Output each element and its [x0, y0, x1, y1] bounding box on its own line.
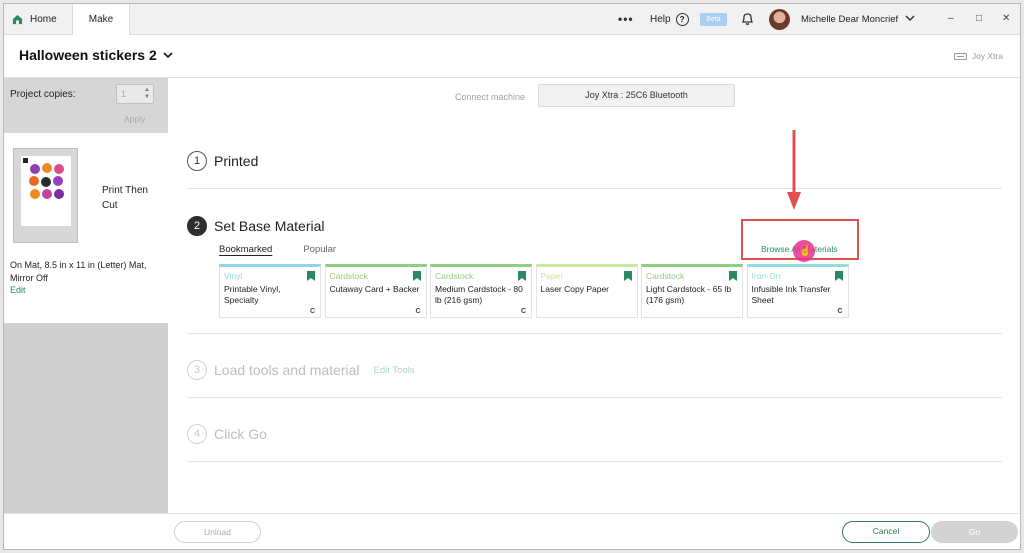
material-card[interactable]: Vinyl Printable Vinyl, Specialty C: [219, 264, 321, 318]
divider: [187, 188, 1002, 189]
step-number: 2: [187, 216, 207, 236]
cricut-badge-icon: C: [415, 308, 421, 315]
mat-info: On Mat, 8.5 in x 11 in (Letter) Mat, Mir…: [10, 260, 147, 283]
avatar[interactable]: [769, 9, 790, 30]
unload-button[interactable]: Unload: [174, 521, 261, 543]
machine-icon: [953, 52, 967, 60]
cricut-badge-icon: C: [309, 308, 315, 315]
copies-label: Project copies:: [10, 89, 76, 100]
material-category: Paper: [540, 271, 564, 281]
cancel-button[interactable]: Cancel: [842, 521, 930, 543]
tab-home[interactable]: Home: [12, 4, 72, 35]
step-load-tools[interactable]: 3 Load tools and material Edit Tools: [187, 360, 415, 380]
divider: [187, 333, 1002, 334]
material-tabs: Bookmarked Popular: [219, 244, 367, 255]
step-title: Load tools and material: [214, 362, 360, 378]
cricut-badge-icon: C: [520, 308, 526, 315]
machine-indicator[interactable]: Joy Xtra: [953, 51, 1003, 61]
bookmark-icon[interactable]: [412, 271, 421, 281]
material-name: Cutaway Card + Backer: [329, 284, 420, 294]
mat-card[interactable]: Print Then Cut On Mat, 8.5 in x 11 in (L…: [4, 133, 168, 323]
apply-button[interactable]: Apply: [124, 114, 145, 124]
project-title: Halloween stickers 2: [19, 47, 157, 63]
beta-badge[interactable]: Beta: [700, 13, 727, 26]
cricut-badge-icon: C: [837, 308, 843, 315]
project-header: Halloween stickers 2 Joy Xtra: [4, 35, 1020, 78]
bookmark-icon[interactable]: [729, 271, 737, 281]
stickers-preview-icon: [23, 158, 64, 199]
mat-thumbnail: [13, 148, 78, 243]
material-card[interactable]: Paper Laser Copy Paper: [535, 264, 638, 318]
more-menu-icon[interactable]: •••: [618, 12, 634, 26]
step-title: Set Base Material: [214, 218, 325, 234]
bookmark-icon[interactable]: [518, 271, 526, 281]
bell-icon[interactable]: [741, 12, 754, 26]
project-title-dropdown[interactable]: Halloween stickers 2: [19, 47, 174, 63]
material-name: Printable Vinyl, Specialty: [224, 284, 281, 305]
bookmark-icon[interactable]: [623, 271, 632, 281]
material-card[interactable]: Cardstock Medium Cardstock - 80 lb (216 g…: [430, 264, 532, 318]
material-name: Light Cardstock - 65 lb (176 gsm): [646, 284, 732, 305]
divider: [187, 397, 1002, 398]
tab-make[interactable]: Make: [72, 4, 130, 35]
tab-home-label: Home: [30, 14, 57, 25]
minimize-icon[interactable]: –: [948, 13, 954, 24]
sidebar: Project copies: 1 ▲ ▼ Apply Print Then C…: [4, 78, 168, 513]
material-category: Cardstock: [329, 271, 368, 281]
project-copies-section: Project copies: 1 ▲ ▼ Apply: [4, 78, 168, 133]
material-card[interactable]: Cardstock Light Cardstock - 65 lb (176 gs…: [641, 264, 743, 318]
tab-bookmarked[interactable]: Bookmarked: [219, 244, 272, 255]
material-card[interactable]: Iron-On Infusible Ink Transfer Sheet C: [746, 264, 849, 318]
machine-name: Joy Xtra: [971, 51, 1003, 61]
material-category: Iron-On: [751, 271, 781, 281]
annotation-arrow-icon: [787, 130, 801, 210]
hand-cursor-icon: ☝: [799, 246, 812, 257]
step-click-go[interactable]: 4 Click Go: [187, 424, 267, 444]
go-button[interactable]: Go: [931, 521, 1018, 543]
main-panel: Connect machine Joy Xtra : 25C6 Bluetoot…: [168, 78, 1020, 513]
material-name: Laser Copy Paper: [540, 284, 610, 294]
help-icon: ?: [675, 13, 689, 26]
material-cards: Vinyl Printable Vinyl, Specialty C Cardstoc…: [219, 264, 852, 318]
app-window: Home Make ••• Help ? Beta Michelle Dear …: [3, 3, 1021, 550]
footer-bar: Unload Cancel Go: [4, 513, 1020, 549]
chevron-down-icon: [163, 52, 173, 59]
material-name: Medium Cardstock - 80 lb (216 gsm): [435, 284, 523, 305]
edit-tools-link[interactable]: Edit Tools: [374, 365, 415, 376]
maximize-icon[interactable]: □: [976, 13, 982, 24]
step-number: 4: [187, 424, 207, 444]
material-name: Infusible Ink Transfer Sheet: [751, 284, 831, 305]
material-category: Cardstock: [435, 271, 474, 281]
close-icon[interactable]: ✕: [1002, 13, 1010, 24]
home-icon: [12, 14, 23, 25]
edit-mat-link[interactable]: Edit: [10, 285, 26, 295]
copies-stepper[interactable]: 1 ▲ ▼: [116, 84, 154, 104]
step-title: Click Go: [214, 426, 267, 442]
bookmark-icon[interactable]: [834, 271, 843, 281]
step-title: Printed: [214, 153, 259, 169]
connect-machine-label: Connect machine: [455, 92, 526, 102]
tab-make-label: Make: [88, 14, 114, 25]
bookmark-icon[interactable]: [307, 271, 315, 281]
copies-value: 1: [121, 89, 127, 99]
step-number: 1: [187, 151, 207, 171]
material-category: Cardstock: [646, 271, 685, 281]
divider: [187, 461, 1002, 462]
step-number: 3: [187, 360, 207, 380]
title-bar: Home Make ••• Help ? Beta Michelle Dear …: [4, 4, 1020, 35]
connect-machine-button[interactable]: Joy Xtra : 25C6 Bluetooth: [538, 84, 735, 107]
chevron-down-icon[interactable]: [904, 13, 916, 23]
help-button[interactable]: Help ?: [650, 13, 689, 26]
step-printed[interactable]: 1 Printed: [187, 151, 258, 171]
stepper-arrows-icon[interactable]: ▲ ▼: [144, 87, 150, 101]
mat-preview: [21, 156, 71, 226]
material-card[interactable]: Cardstock Cutaway Card + Backer C: [324, 264, 427, 318]
print-mode-label: Print Then Cut: [102, 185, 148, 211]
step-set-base-material[interactable]: 2 Set Base Material: [187, 216, 325, 236]
tab-popular[interactable]: Popular: [303, 244, 336, 255]
user-name[interactable]: Michelle Dear Moncrief: [801, 14, 898, 25]
material-category: Vinyl: [224, 271, 243, 281]
help-label: Help: [650, 14, 671, 25]
